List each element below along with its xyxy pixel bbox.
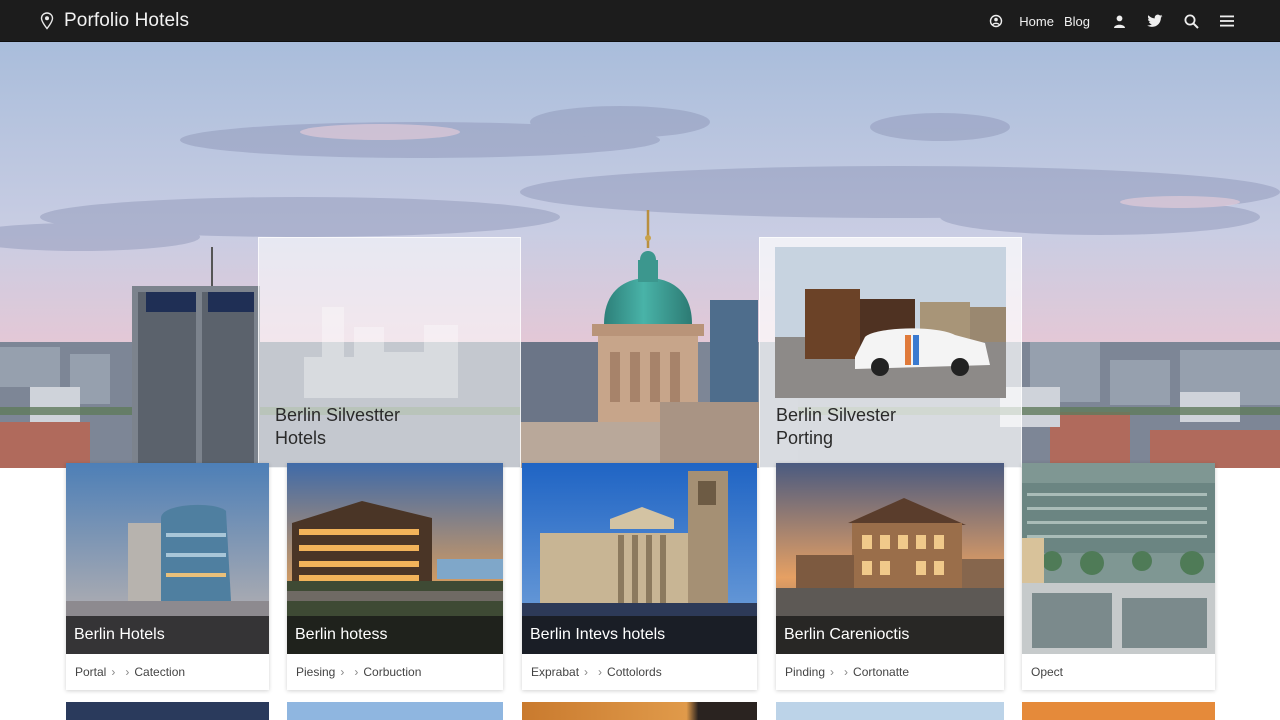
hotel-tile[interactable]: Berlin Intevs hotels Exprabat › › Cottolord…	[522, 463, 757, 690]
tile-image	[1022, 463, 1215, 654]
breadcrumb-link[interactable]: Cottolords	[607, 665, 662, 679]
featured-card-image	[775, 247, 1006, 398]
hotel-tile-next-row[interactable]	[1022, 702, 1215, 720]
hotel-tile[interactable]: Berlin Carenioctis Pinding › › Cortonatte	[776, 463, 1004, 690]
location-pin-icon	[40, 11, 54, 30]
hotel-tile-next-row[interactable]	[522, 702, 757, 720]
tile-breadcrumb: Piesing › › Corbuction	[296, 665, 422, 679]
tile-breadcrumb: Exprabat › › Cottolords	[531, 665, 662, 679]
breadcrumb-link[interactable]: Exprabat	[531, 665, 579, 679]
hero-banner: Berlin Silvestter Hotels Berlin Silveste…	[0, 42, 1280, 468]
twitter-icon[interactable]	[1146, 12, 1164, 30]
tile-title: Berlin Intevs hotels	[530, 626, 666, 643]
featured-card-title: Berlin Silvester Porting	[776, 405, 897, 448]
breadcrumb-link[interactable]: Corbuction	[363, 665, 421, 679]
featured-card-porting[interactable]: Berlin Silvester Porting	[759, 237, 1022, 468]
tile-breadcrumb: Pinding › › Cortonatte	[785, 665, 910, 679]
user-icon[interactable]	[1110, 12, 1128, 30]
featured-card-hotels[interactable]: Berlin Silvestter Hotels	[258, 237, 521, 468]
featured-card-title: Berlin Silvestter Hotels	[275, 405, 401, 448]
tile-title: Berlin hotess	[295, 626, 388, 643]
breadcrumb-link[interactable]: Opect	[1031, 665, 1063, 679]
nav-home-link[interactable]: Home	[1019, 14, 1054, 29]
breadcrumb-link[interactable]: Cortonatte	[853, 665, 909, 679]
brand-title: Porfolio Hotels	[64, 9, 190, 31]
menu-icon[interactable]	[1218, 12, 1236, 30]
search-icon[interactable]	[1182, 12, 1200, 30]
hotel-tile-next-row[interactable]	[776, 702, 1004, 720]
top-navigation-bar: Porfolio Hotels Home Blog	[0, 0, 1280, 42]
tile-breadcrumb: Opect	[1031, 665, 1063, 679]
featured-card-image	[304, 307, 458, 398]
tile-title: Berlin Carenioctis	[784, 626, 910, 643]
tile-breadcrumb: Portal › › Catection	[75, 665, 186, 679]
hotel-tile[interactable]: Opect	[1022, 463, 1215, 690]
hotel-tile-next-row[interactable]	[287, 702, 503, 720]
user-circle-icon[interactable]	[987, 12, 1005, 30]
nav-blog-link[interactable]: Blog	[1064, 14, 1090, 29]
berlin-skyline-image	[0, 42, 1280, 468]
breadcrumb-link[interactable]: Catection	[134, 665, 185, 679]
hotel-tile-next-row[interactable]	[66, 702, 269, 720]
hotel-tile[interactable]: Berlin Hotels Portal › › Catection	[66, 463, 269, 690]
breadcrumb-link[interactable]: Portal	[75, 665, 106, 679]
brand-link[interactable]: Porfolio Hotels	[40, 10, 189, 32]
tile-title: Berlin Hotels	[74, 626, 165, 643]
breadcrumb-link[interactable]: Piesing	[296, 665, 335, 679]
main-nav: Home Blog	[987, 0, 1236, 42]
hotel-tile[interactable]: Berlin hotess Piesing › › Corbuction	[287, 463, 503, 690]
breadcrumb-link[interactable]: Pinding	[785, 665, 825, 679]
